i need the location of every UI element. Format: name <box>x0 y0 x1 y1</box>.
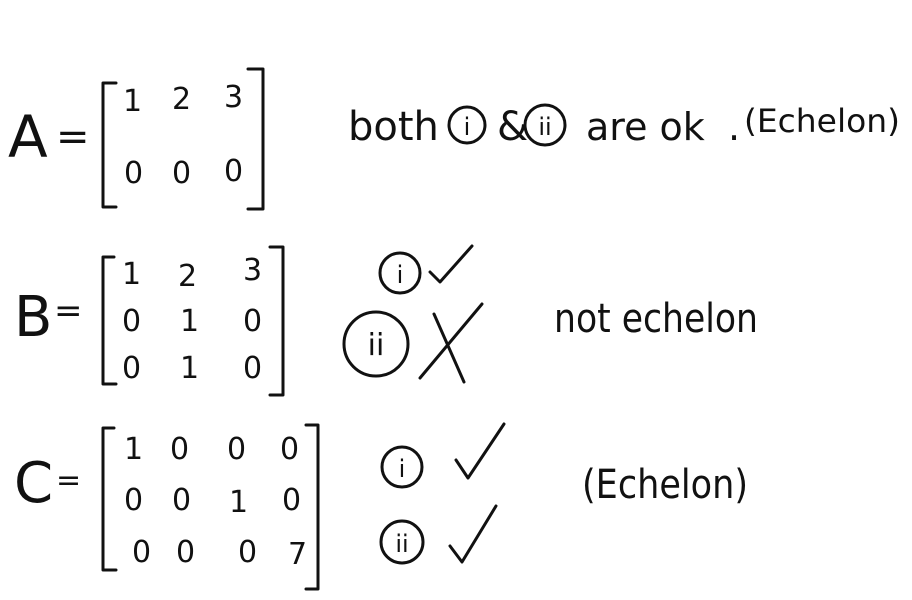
matrix-c-checks: i ii <box>379 422 506 565</box>
condition-i-circle: i <box>380 445 424 489</box>
matrix-b-cell: 1 <box>180 351 199 386</box>
matrix-b-cell: 1 <box>180 304 199 339</box>
check-mark-icon <box>448 504 498 564</box>
handwritten-note: A = 1 2 3 0 0 0 both i & ii are ok . (Ec… <box>8 67 900 591</box>
matrix-c-row: 1 0 0 0 <box>124 432 299 467</box>
check-mark-icon <box>428 244 474 284</box>
matrix-a-block: A = 1 2 3 0 0 0 both i & ii are ok . (Ec… <box>8 67 900 211</box>
matrix-a-comment: both i & ii are ok . (Echelon) <box>348 102 900 150</box>
matrix-c-cell: 1 <box>124 432 143 467</box>
matrix-a-name: A <box>8 103 48 171</box>
condition-ii-circle: ii <box>379 519 425 565</box>
matrix-b-name: B <box>14 285 52 350</box>
matrix-b-cell: 1 <box>122 257 141 292</box>
matrix-c-cell: 0 <box>132 535 151 570</box>
matrix-b-checks: i ii <box>342 244 484 384</box>
comment-prefix: both <box>348 104 439 150</box>
matrix-b-row: 0 1 0 <box>122 304 262 339</box>
matrix-c-cell: 0 <box>280 432 299 467</box>
matrix-a-cell: 1 <box>123 84 142 119</box>
matrix-c-cell: 0 <box>176 535 195 570</box>
matrix-a-row: 0 0 0 <box>124 154 243 191</box>
matrix-c-block: C = 1 0 0 0 0 0 1 0 0 0 0 7 i ii (Echelo… <box>14 422 748 591</box>
matrix-c-left-bracket <box>101 426 118 572</box>
matrix-b-equals: = <box>54 291 83 331</box>
check-mark-icon <box>454 422 506 480</box>
matrix-b-row: 1 2 3 <box>122 253 262 294</box>
condition-ii-label: ii <box>538 113 551 141</box>
matrix-a-cell: 0 <box>124 156 143 191</box>
cross-mark-icon <box>418 302 484 384</box>
condition-i-label: i <box>464 113 471 141</box>
comment-joiner: & <box>497 104 528 150</box>
matrix-c-name: C <box>14 451 53 516</box>
matrix-b-cell: 0 <box>243 351 262 386</box>
condition-i-circle: i <box>378 251 422 295</box>
matrix-b-cell: 0 <box>122 351 141 386</box>
matrix-c-cell: 0 <box>170 432 189 467</box>
matrix-c-right-bracket <box>304 423 320 591</box>
condition-ii-label: ii <box>395 530 408 558</box>
matrix-b-cell: 2 <box>178 259 197 294</box>
matrix-b-cell: 3 <box>243 253 262 288</box>
condition-i-label: i <box>399 455 406 483</box>
matrix-a-verdict: (Echelon) <box>744 102 900 140</box>
matrix-b-verdict: not echelon <box>554 296 758 342</box>
matrix-b-cell: 0 <box>122 304 141 339</box>
matrix-c-row: 0 0 1 0 <box>124 483 301 520</box>
matrix-b-left-bracket <box>101 255 118 386</box>
matrix-c-cell: 0 <box>172 483 191 518</box>
condition-i-circle: i <box>447 105 487 145</box>
matrix-a-row: 1 2 3 <box>123 80 243 119</box>
condition-ii-circle: ii <box>523 103 567 147</box>
matrix-c-cell: 0 <box>282 483 301 518</box>
condition-ii-label: ii <box>368 328 385 363</box>
comment-dot: . <box>728 105 740 149</box>
matrix-b-row: 0 1 0 <box>122 351 262 386</box>
matrix-c-cell: 1 <box>229 485 248 520</box>
matrix-c-cell: 0 <box>238 535 257 570</box>
comment-suffix: are ok <box>586 105 705 149</box>
matrix-a-equals: = <box>56 114 90 160</box>
matrix-c-equals: = <box>56 463 81 498</box>
matrix-b-right-bracket <box>268 245 285 397</box>
matrix-b-cell: 0 <box>243 304 262 339</box>
matrix-a-right-bracket <box>246 67 265 211</box>
matrix-c-cell: 7 <box>288 537 307 572</box>
matrix-c-cell: 0 <box>227 432 246 467</box>
matrix-a-left-bracket <box>101 81 118 209</box>
matrix-c-cell: 0 <box>124 483 143 518</box>
matrix-c-row: 0 0 0 7 <box>132 535 307 572</box>
condition-ii-circle: ii <box>342 310 410 378</box>
matrix-a-cell: 2 <box>172 82 191 117</box>
matrix-c-verdict: (Echelon) <box>582 462 748 508</box>
matrix-b-block: B = 1 2 3 0 1 0 0 1 0 i ii not echelon <box>14 244 758 397</box>
matrix-a-cell: 0 <box>224 154 243 189</box>
matrix-a-cell: 0 <box>172 156 191 191</box>
condition-i-label: i <box>397 261 404 289</box>
matrix-a-cell: 3 <box>224 80 243 115</box>
